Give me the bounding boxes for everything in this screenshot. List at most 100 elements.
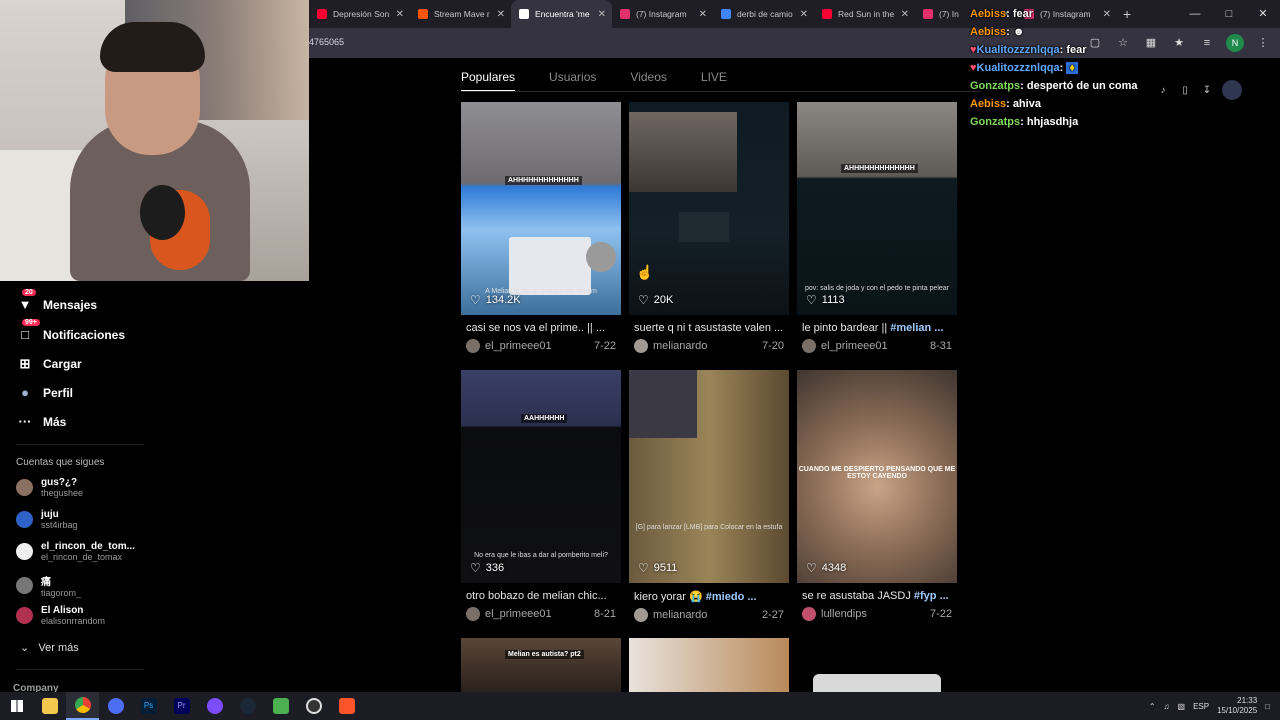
browser-tab[interactable]: Encuentra 'me ✕ (511, 0, 612, 28)
author-name[interactable]: el_primeee01 (485, 608, 552, 620)
extensions-icon[interactable]: ▦ (1142, 34, 1160, 52)
bookmark-star-icon[interactable]: ☆ (1114, 34, 1132, 52)
video-card[interactable]: ♡ 20K suerte q ni t asustaste valen ... m… (629, 102, 789, 353)
browser-tab[interactable]: Depresión Son ✕ (309, 0, 410, 28)
video-caption[interactable]: casi se nos va el prime.. || ... (461, 322, 621, 334)
author-name[interactable]: melianardo (653, 609, 707, 621)
followed-account[interactable]: el_rincon_de_tom... el_rincon_de_tomax (16, 541, 135, 562)
sidebar-item-perfil[interactable]: ● Perfil (16, 385, 73, 400)
tab-populares[interactable]: Populares (461, 70, 516, 92)
browser-tab[interactable]: Red Sun in the ✕ (814, 0, 915, 28)
video-card[interactable]: CUANDO ME DESPIERTO PENSANDO QUE ME ESTO… (797, 370, 957, 621)
video-card[interactable] (813, 674, 973, 692)
author-name[interactable]: melianardo (653, 340, 707, 352)
video-caption[interactable]: le pinto bardear || #melian ... (797, 322, 957, 334)
obs-icon[interactable] (297, 692, 330, 720)
tab-videos[interactable]: Videos (630, 70, 666, 92)
video-thumbnail[interactable]: AAHHHHHH No era que le ibas a dar al pom… (461, 370, 621, 583)
video-card[interactable]: [G] para lanzar [LMB] para Colocar en la… (629, 370, 789, 622)
followed-account[interactable]: El Alison elalisonrrandom (16, 605, 105, 626)
maximize-button[interactable]: □ (1212, 0, 1246, 28)
hashtag[interactable]: #melian ... (890, 322, 943, 334)
menu-icon[interactable]: ⋮ (1254, 34, 1272, 52)
close-tab-icon[interactable]: ✕ (699, 9, 707, 20)
windows-start-icon[interactable] (0, 692, 33, 720)
premiere-icon[interactable]: Pr (165, 692, 198, 720)
profile-avatar[interactable]: N (1226, 34, 1244, 52)
new-tab-button[interactable]: + (1123, 6, 1131, 22)
cast-icon[interactable]: ▢ (1086, 34, 1104, 52)
video-card[interactable]: Melian es autista? pt2 (461, 638, 621, 692)
browser-tab[interactable]: Stream Mave r ✕ (410, 0, 511, 28)
video-thumbnail[interactable]: AHHHHHHHHHHHHH A Melian le da un bobazo … (461, 102, 621, 315)
close-tab-icon[interactable]: ✕ (1103, 9, 1111, 20)
browser-tab[interactable]: (7) Instagram ✕ (612, 0, 713, 28)
video-thumbnail[interactable]: [G] para lanzar [LMB] para Colocar en la… (629, 370, 789, 583)
author-avatar[interactable] (802, 339, 816, 353)
video-thumbnail[interactable]: AHHHHHHHHHHHHH pov: salis de joda y con … (797, 102, 957, 315)
followed-account[interactable]: 痛 tiagorom_ (16, 573, 81, 598)
close-tab-icon[interactable]: ✕ (800, 9, 808, 20)
video-thumbnail[interactable]: CUANDO ME DESPIERTO PENSANDO QUE ME ESTO… (797, 370, 957, 583)
video-thumbnail[interactable] (629, 638, 789, 692)
close-tab-icon[interactable]: ✕ (396, 9, 404, 20)
language-indicator[interactable]: ESP (1193, 702, 1209, 711)
sidebar-item-mas[interactable]: ··· Más (16, 414, 67, 429)
media-control-icon[interactable]: ≡ (1198, 34, 1216, 52)
tab-usuarios[interactable]: Usuarios (549, 70, 596, 92)
minecraft-icon[interactable] (264, 692, 297, 720)
photoshop-icon[interactable]: Ps (132, 692, 165, 720)
download-icon[interactable]: ↧ (1200, 85, 1214, 96)
author-name[interactable]: el_primeee01 (821, 340, 888, 352)
speaker-icon[interactable]: ♫ (1164, 702, 1170, 711)
close-tab-icon[interactable]: ✕ (497, 9, 505, 20)
video-caption[interactable]: se re asustaba JASDJ #fyp ... (797, 590, 957, 602)
video-card[interactable]: AHHHHHHHHHHHHH pov: salis de joda y con … (797, 102, 957, 353)
notifications-icon[interactable]: □ (1265, 702, 1270, 711)
phone-icon[interactable]: ▯ (1178, 85, 1192, 96)
clock[interactable]: 21:33 15/10/2025 (1217, 696, 1257, 716)
video-thumbnail[interactable] (813, 674, 941, 692)
author-name[interactable]: el_primeee01 (485, 340, 552, 352)
file-explorer-icon[interactable] (33, 692, 66, 720)
tab-live[interactable]: LIVE (701, 70, 727, 92)
video-card[interactable] (629, 638, 789, 692)
brave-icon[interactable] (330, 692, 363, 720)
video-caption[interactable]: otro bobazo de melian chic... (461, 590, 621, 602)
author-avatar[interactable] (466, 607, 480, 621)
author-avatar[interactable] (466, 339, 480, 353)
author-avatar[interactable] (634, 608, 648, 622)
video-thumbnail[interactable]: ♡ 20K (629, 102, 789, 315)
minimize-button[interactable]: — (1178, 0, 1212, 28)
author-avatar[interactable] (634, 339, 648, 353)
network-icon[interactable]: ▧ (1178, 702, 1186, 711)
author-name[interactable]: lullendips (821, 608, 867, 620)
steam-icon[interactable] (231, 692, 264, 720)
video-caption[interactable]: kiero yorar 😭 #miedo ... (629, 590, 789, 603)
sidebar-item-cargar[interactable]: ⊞ Cargar (16, 356, 82, 372)
author-avatar[interactable] (802, 607, 816, 621)
video-card[interactable]: AHHHHHHHHHHHHH A Melian le da un bobazo … (461, 102, 621, 353)
see-more-link[interactable]: ⌄ Ver más (20, 641, 79, 654)
followed-account[interactable]: juju sst4irbag (16, 509, 78, 530)
url-field[interactable]: 4765065 (309, 37, 344, 47)
hashtag[interactable]: #miedo ... (706, 591, 757, 603)
video-caption[interactable]: suerte q ni t asustaste valen ... (629, 322, 789, 334)
close-window-button[interactable]: ✕ (1246, 0, 1280, 28)
sidebar-item-mensajes[interactable]: ▼ 20 Mensajes (16, 289, 97, 312)
avatar[interactable] (1222, 80, 1242, 100)
chrome-icon[interactable] (66, 692, 99, 720)
followed-account[interactable]: gus?¿? thegushee (16, 477, 83, 498)
hashtag[interactable]: #fyp ... (914, 590, 949, 602)
close-tab-icon[interactable]: ✕ (901, 9, 909, 20)
video-card[interactable]: AAHHHHHH No era que le ibas a dar al pom… (461, 370, 621, 621)
chevron-up-icon[interactable]: ⌃ (1149, 702, 1156, 711)
close-tab-icon[interactable]: ✕ (598, 9, 606, 20)
chrome-profile-icon[interactable] (99, 692, 132, 720)
video-thumbnail[interactable]: Melian es autista? pt2 (461, 638, 621, 692)
app-purple-icon[interactable] (198, 692, 231, 720)
browser-tab[interactable]: derbi de camio ✕ (713, 0, 814, 28)
tiktok-icon[interactable]: ♪ (1156, 85, 1170, 96)
favorites-icon[interactable]: ★ (1170, 34, 1188, 52)
sidebar-item-notificaciones[interactable]: □ 99+ Notificaciones (16, 319, 125, 342)
